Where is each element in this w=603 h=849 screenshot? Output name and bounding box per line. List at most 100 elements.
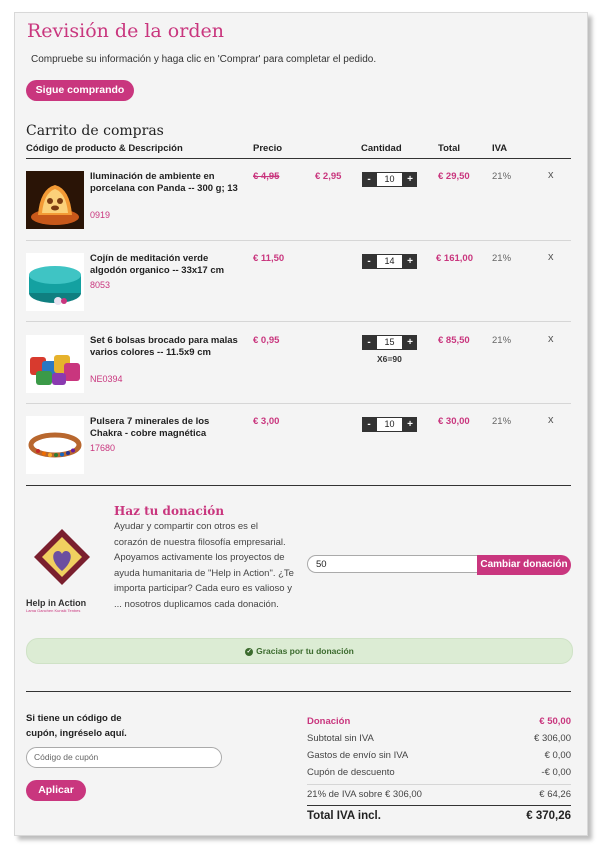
product-iva: 21% — [492, 416, 512, 427]
coupon-input[interactable]: Código de cupón — [26, 747, 222, 768]
quantity-increase-button[interactable]: + — [403, 172, 417, 187]
help-in-action-logo: Help in Action Lama Ganchen Kunsik Tenbe… — [26, 525, 98, 613]
summary-total-divider — [307, 805, 571, 806]
page-subtitle: Compruebe su información y haga clic en … — [31, 54, 377, 65]
summary-total-value: € 370,26 — [526, 810, 571, 822]
product-price: € 3,00 — [253, 416, 280, 427]
donation-description: Ayudar y compartir con otros es el coraz… — [114, 521, 294, 610]
col-header-price: Precio — [253, 143, 283, 154]
logo-text: Help in Action — [26, 598, 87, 608]
coupon-label: Si tiene un código de cupón, ingréselo a… — [26, 713, 127, 739]
row-divider — [26, 403, 571, 404]
product-code: 0919 — [90, 210, 111, 220]
summary-tax-row: 21% de IVA sobre € 306,00 € 64,26 — [307, 789, 571, 800]
order-review-panel: Revisión de la orden Compruebe su inform… — [14, 12, 588, 836]
lamp-image — [26, 171, 84, 229]
product-iva: 21% — [492, 335, 512, 346]
remove-item-icon[interactable]: x — [548, 169, 554, 181]
donation-amount-input[interactable]: 50 — [307, 555, 477, 573]
quantity-decrease-button[interactable]: - — [362, 335, 376, 350]
summary-discount-row: Cupón de descuento -€ 0,00 — [307, 767, 571, 778]
quantity-increase-button[interactable]: + — [403, 335, 417, 350]
quantity-stepper: - 15 + — [362, 335, 417, 350]
product-code: 8053 — [90, 280, 111, 290]
product-image-cushion — [26, 253, 84, 316]
product-total: € 30,00 — [438, 416, 470, 427]
summary-shipping-row: Gastos de envío sin IVA € 0,00 — [307, 750, 571, 761]
quantity-stepper: - 14 + — [362, 254, 417, 269]
product-price: € 2,95 — [315, 171, 342, 182]
product-code: 17680 — [90, 443, 116, 453]
summary-subtotal-label: Subtotal sin IVA — [307, 733, 374, 744]
product-total: € 85,50 — [438, 335, 470, 346]
quantity-decrease-button[interactable]: - — [362, 254, 376, 269]
summary-donation-row: Donación € 50,00 — [307, 716, 571, 727]
check-circle-icon: ✓ — [245, 647, 254, 656]
product-iva: 21% — [492, 253, 512, 264]
cart-title: Carrito de compras — [26, 123, 164, 139]
summary-divider — [26, 691, 571, 692]
product-code: NE0394 — [90, 374, 123, 384]
quantity-pack-note: X6=90 — [377, 354, 402, 364]
quantity-decrease-button[interactable]: - — [362, 172, 376, 187]
change-donation-button[interactable]: Cambiar donación — [477, 555, 571, 575]
summary-subtotal-row: Subtotal sin IVA € 306,00 — [307, 733, 571, 744]
product-name[interactable]: Set 6 bolsas brocado para malas varios c… — [90, 335, 240, 359]
remove-item-icon[interactable]: x — [548, 414, 554, 426]
quantity-input[interactable]: 10 — [376, 172, 403, 187]
summary-subtotal-value: € 306,00 — [534, 733, 571, 744]
col-header-quantity: Cantidad — [361, 143, 402, 154]
product-image-bracelet — [26, 416, 84, 479]
product-old-price: € 4,95 — [253, 171, 280, 182]
quantity-stepper: - 10 + — [362, 417, 417, 432]
product-total: € 161,00 — [436, 253, 473, 264]
heart-diamond-icon — [34, 529, 90, 585]
header-divider — [26, 158, 571, 159]
logo-tagline: Lama Ganchen Kunsik Tenbes — [26, 608, 81, 613]
quantity-input[interactable]: 15 — [376, 335, 403, 350]
quantity-input[interactable]: 14 — [376, 254, 403, 269]
donation-thanks-banner: ✓ Gracias por tu donación — [26, 638, 573, 664]
page-title: Revisión de la orden — [27, 20, 224, 42]
summary-discount-value: -€ 0,00 — [541, 767, 571, 778]
bracelet-image — [26, 416, 84, 474]
remove-item-icon[interactable]: x — [548, 251, 554, 263]
product-total: € 29,50 — [438, 171, 470, 182]
donation-thanks-text: Gracias por tu donación — [256, 646, 354, 656]
quantity-input[interactable]: 10 — [376, 417, 403, 432]
apply-coupon-button[interactable]: Aplicar — [26, 780, 86, 801]
quantity-increase-button[interactable]: + — [403, 254, 417, 269]
quantity-increase-button[interactable]: + — [403, 417, 417, 432]
remove-item-icon[interactable]: x — [548, 333, 554, 345]
summary-tax-label: 21% de IVA sobre € 306,00 — [307, 789, 422, 800]
summary-tax-value: € 64,26 — [539, 789, 571, 800]
col-header-total: Total — [438, 143, 460, 154]
summary-total-row: Total IVA incl. € 370,26 — [307, 810, 571, 822]
cushion-image — [26, 253, 84, 311]
product-name[interactable]: Cojín de meditación verde algodón organi… — [90, 253, 240, 277]
col-header-product: Código de producto & Descripción — [26, 143, 183, 154]
quantity-stepper: - 10 + — [362, 172, 417, 187]
summary-discount-label: Cupón de descuento — [307, 767, 395, 778]
product-iva: 21% — [492, 171, 512, 182]
product-image-lamp — [26, 171, 84, 234]
product-price: € 11,50 — [253, 253, 285, 264]
col-header-iva: IVA — [492, 143, 508, 154]
summary-total-label: Total IVA incl. — [307, 810, 381, 822]
brocade-bags-image — [26, 335, 84, 393]
summary-donation-value: € 50,00 — [539, 716, 571, 727]
summary-shipping-value: € 0,00 — [544, 750, 571, 761]
product-name[interactable]: Iluminación de ambiente en porcelana con… — [90, 171, 240, 195]
product-name[interactable]: Pulsera 7 minerales de los Chakra - cobr… — [90, 416, 240, 440]
row-divider — [26, 321, 571, 322]
product-price: € 0,95 — [253, 335, 280, 346]
summary-shipping-label: Gastos de envío sin IVA — [307, 750, 409, 761]
summary-divider-thin — [307, 784, 571, 785]
cart-bottom-divider — [26, 485, 571, 486]
row-divider — [26, 240, 571, 241]
quantity-decrease-button[interactable]: - — [362, 417, 376, 432]
continue-shopping-button[interactable]: Sigue comprando — [26, 80, 134, 101]
summary-donation-label: Donación — [307, 716, 351, 727]
product-image-bags — [26, 335, 84, 398]
donation-title: Haz tu donación — [114, 504, 225, 518]
